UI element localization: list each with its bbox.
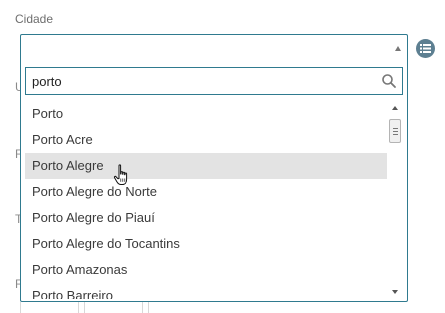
list-icon: [420, 44, 431, 53]
list-item[interactable]: Porto Alegre do Piauí: [25, 205, 387, 231]
list-item[interactable]: Porto Acre: [25, 127, 387, 153]
grip-line: [393, 131, 398, 132]
search-box[interactable]: [25, 67, 403, 95]
list-button[interactable]: [416, 39, 435, 58]
caret-up-icon[interactable]: [395, 46, 401, 51]
bg-divider: [148, 302, 149, 313]
grip-line: [393, 128, 398, 129]
bg-divider: [20, 302, 21, 313]
field-label: Cidade: [15, 12, 54, 26]
city-select[interactable]: Porto Porto Acre Porto Alegre Porto Aleg…: [20, 34, 408, 302]
bg-divider: [142, 302, 143, 313]
search-icon: [382, 74, 396, 88]
list-item[interactable]: Porto: [25, 101, 387, 127]
list-item-hovered[interactable]: Porto Alegre: [25, 153, 387, 179]
list-item[interactable]: Porto Barreiro: [25, 283, 387, 299]
scroll-down-icon[interactable]: [392, 290, 398, 294]
scroll-thumb[interactable]: [389, 119, 401, 143]
bg-divider: [78, 302, 79, 313]
list-item[interactable]: Porto Alegre do Tocantins: [25, 231, 387, 257]
scroll-up-icon[interactable]: [392, 106, 398, 110]
list-item[interactable]: Porto Alegre do Norte: [25, 179, 387, 205]
options-list: Porto Porto Acre Porto Alegre Porto Aleg…: [25, 101, 387, 299]
bg-divider: [84, 302, 85, 313]
select-head[interactable]: [21, 35, 407, 63]
search-input[interactable]: [26, 68, 372, 94]
grip-line: [393, 134, 398, 135]
options-scrollbar[interactable]: [388, 101, 403, 299]
list-item[interactable]: Porto Amazonas: [25, 257, 387, 283]
